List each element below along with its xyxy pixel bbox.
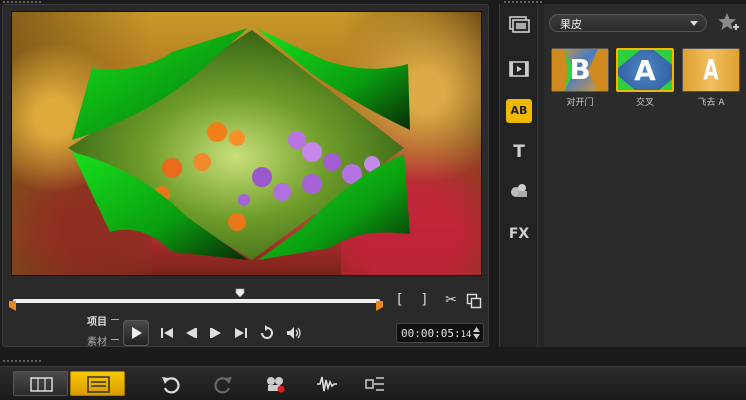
playhead-handle[interactable]: [235, 288, 245, 298]
repeat-icon[interactable]: [258, 324, 276, 342]
timecode-stepper[interactable]: [472, 326, 481, 340]
scissors-icon[interactable]: ✂: [443, 293, 459, 307]
transition-thumbnail-fly-away-a[interactable]: A: [682, 48, 740, 92]
thumbnail-label: 对开门: [566, 98, 594, 108]
category-dropdown-value: 果皮: [560, 18, 582, 31]
enlarge-preview-icon[interactable]: [466, 293, 482, 309]
tab-graphic[interactable]: [506, 180, 532, 204]
tab-instant-project[interactable]: [506, 59, 532, 83]
timeline-icon: [87, 376, 110, 393]
tab-transition[interactable]: AB: [506, 99, 532, 123]
transition-icon: AB: [510, 104, 528, 117]
mark-out-icon[interactable]: ]: [418, 293, 430, 307]
library-content: 果皮 B 对开门 A 交叉 A 飞去 A: [544, 4, 746, 347]
trim-end-marker[interactable]: [376, 301, 383, 311]
play-icon: [132, 327, 142, 339]
tab-media[interactable]: [506, 14, 532, 38]
graphic-icon: [511, 184, 527, 197]
project-mode-label[interactable]: 项目: [87, 313, 107, 328]
storyboard-view-button[interactable]: [13, 371, 68, 396]
timecode-value: 00:00:05:: [401, 327, 461, 340]
media-icon: [509, 16, 530, 33]
video-editor-window: [ ] ✂ 项目 素材 00:00:05:14 AB T FX 果皮 B 对开门…: [0, 0, 746, 400]
add-to-favorites-icon[interactable]: [718, 12, 740, 34]
mark-in-icon[interactable]: [: [394, 293, 406, 307]
preview-window: [11, 11, 482, 276]
next-frame-icon[interactable]: [208, 325, 224, 341]
scrubber-bar[interactable]: [13, 299, 380, 303]
trim-start-marker[interactable]: [9, 301, 16, 311]
thumbnail-letter: A: [703, 53, 719, 86]
redo-icon[interactable]: [212, 373, 234, 395]
title-icon: T: [513, 142, 525, 162]
undo-icon[interactable]: [160, 373, 182, 395]
record-capture-icon[interactable]: [264, 373, 286, 395]
mode-dash-project: [111, 319, 119, 320]
bottom-toolbar: [0, 366, 746, 400]
previous-frame-icon[interactable]: [183, 325, 199, 341]
library-panel: AB T FX 果皮 B 对开门 A 交叉 A 飞去 A: [499, 4, 746, 347]
audio-mixer-icon[interactable]: [316, 373, 338, 395]
chevron-down-icon: [690, 21, 698, 26]
library-category-tabs: AB T FX: [500, 4, 538, 347]
timecode-display[interactable]: 00:00:05:14: [396, 323, 484, 343]
thumbnail-label: 飞去 A: [697, 98, 725, 108]
go-to-end-icon[interactable]: [233, 325, 249, 341]
instant-project-icon: [509, 61, 529, 77]
clip-mode-label[interactable]: 素材: [87, 333, 107, 348]
timeline-view-button[interactable]: [70, 371, 125, 396]
peel-transition-graphic: [68, 28, 410, 260]
player-panel: [ ] ✂ 项目 素材 00:00:05:14: [2, 4, 489, 348]
play-button[interactable]: [123, 320, 149, 346]
thumbnail-letter: B: [569, 53, 591, 86]
transition-thumbnail-cross-door[interactable]: B: [551, 48, 609, 92]
filmstrip-icon: [30, 377, 53, 392]
go-to-start-icon[interactable]: [159, 325, 175, 341]
volume-icon[interactable]: [285, 324, 303, 342]
bottom-grip[interactable]: [2, 359, 42, 363]
mode-dash-clip: [111, 339, 119, 340]
timecode-frames: 14: [460, 330, 472, 340]
tab-title[interactable]: T: [506, 140, 532, 164]
category-dropdown[interactable]: 果皮: [549, 14, 707, 32]
thumbnail-letter: A: [634, 54, 656, 87]
thumbnail-label: 交叉: [635, 98, 654, 108]
transition-thumbnail-cross[interactable]: A: [616, 48, 674, 92]
tab-filter[interactable]: FX: [506, 222, 532, 246]
auto-music-icon[interactable]: [364, 373, 386, 395]
filter-icon: FX: [508, 226, 530, 242]
